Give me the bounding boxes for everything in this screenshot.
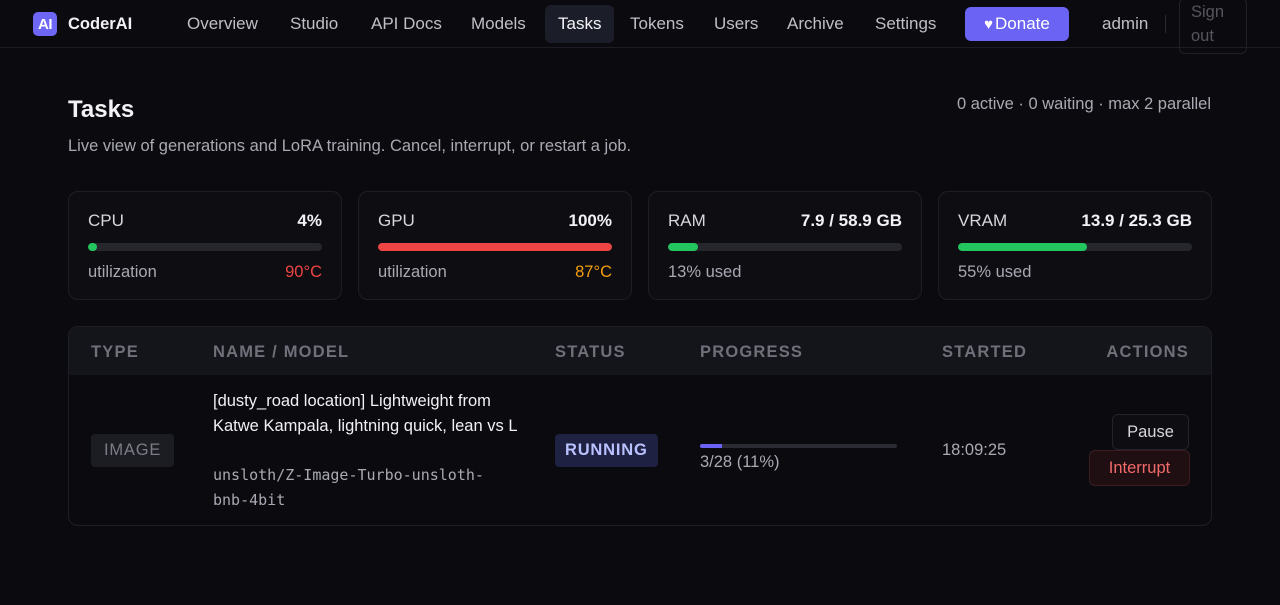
metric-value: 100%	[568, 211, 612, 230]
progress-text: 3/28 (11%)	[700, 453, 780, 471]
nav-tasks[interactable]: Tasks	[545, 5, 615, 43]
nav-divider	[1165, 15, 1166, 33]
column-header-started: STARTED	[942, 343, 1028, 361]
metric-bar	[958, 243, 1192, 251]
metric-value: 13.9 / 25.3 GB	[1081, 211, 1192, 230]
nav-models[interactable]: Models	[458, 5, 539, 43]
logo-icon: AI	[33, 12, 57, 36]
task-model: unsloth/Z-Image-Turbo-unsloth-bnb-4bit	[213, 466, 484, 509]
ram-card: RAM 7.9 / 58.9 GB 13% used	[648, 191, 922, 300]
page-subtitle: Live view of generations and LoRA traini…	[68, 137, 632, 155]
nav-overview[interactable]: Overview	[174, 5, 271, 43]
metric-bar-fill	[668, 243, 699, 251]
metric-label: VRAM	[958, 211, 1008, 230]
metric-foot: utilization	[378, 263, 447, 281]
progress-bar-fill	[700, 444, 722, 448]
metric-value: 4%	[297, 211, 322, 230]
table-row: IMAGE [dusty_road location] Lightweight …	[69, 375, 1211, 525]
metric-bar	[88, 243, 322, 251]
metric-value: 7.9 / 58.9 GB	[800, 211, 902, 230]
donate-button[interactable]: ♥ Donate	[965, 7, 1069, 41]
table-header: TYPE NAME / MODEL STATUS PROGRESS STARTE…	[69, 327, 1211, 375]
pause-button[interactable]: Pause	[1112, 414, 1189, 450]
metric-bar	[668, 243, 902, 251]
type-badge: IMAGE	[91, 434, 175, 467]
metric-label: RAM	[668, 211, 706, 230]
metric-bar-fill	[88, 243, 98, 251]
progress-bar	[700, 444, 897, 448]
nav-api-docs[interactable]: API Docs	[358, 5, 455, 43]
app-logo[interactable]: AI CoderAI	[33, 12, 132, 36]
app-name: CoderAI	[68, 14, 133, 33]
sign-out-button[interactable]: Sign out	[1179, 0, 1247, 54]
metric-foot: utilization	[88, 263, 157, 281]
column-header-name: NAME / MODEL	[213, 343, 350, 361]
column-header-progress: PROGRESS	[700, 343, 804, 361]
metric-temp: 90°C	[285, 263, 322, 281]
column-header-actions: ACTIONS	[1106, 343, 1189, 361]
metric-temp: 87°C	[575, 263, 612, 281]
nav-studio[interactable]: Studio	[277, 5, 351, 43]
current-user: admin	[1102, 14, 1149, 33]
status-badge: RUNNING	[555, 434, 658, 467]
gpu-card: GPU 100% utilization 87°C	[358, 191, 632, 300]
metric-foot: 13% used	[668, 263, 742, 281]
nav-users[interactable]: Users	[701, 5, 771, 43]
metric-bar	[378, 243, 612, 251]
column-header-status: STATUS	[555, 343, 626, 361]
metric-label: GPU	[378, 211, 415, 230]
queue-summary: 0 active · 0 waiting · max 2 parallel	[956, 95, 1211, 113]
started-time: 18:09:25	[942, 441, 1007, 459]
metric-bar-fill	[378, 243, 612, 251]
column-header-type: TYPE	[91, 343, 139, 361]
heart-icon: ♥	[984, 15, 994, 33]
task-name: [dusty_road location] Lightweight from K…	[213, 392, 518, 435]
top-navbar: AI CoderAI Overview Studio API Docs Mode…	[0, 0, 1280, 54]
interrupt-button[interactable]: Interrupt	[1089, 450, 1190, 486]
tasks-table: TYPE NAME / MODEL STATUS PROGRESS STARTE…	[68, 326, 1212, 526]
nav-tokens[interactable]: Tokens	[617, 5, 697, 43]
nav-archive[interactable]: Archive	[774, 5, 857, 43]
cpu-card: CPU 4% utilization 90°C	[68, 191, 342, 300]
donate-label: Donate	[995, 14, 1050, 33]
nav-settings[interactable]: Settings	[862, 5, 949, 43]
vram-card: VRAM 13.9 / 25.3 GB 55% used	[938, 191, 1212, 300]
metric-bar-fill	[958, 243, 1087, 251]
page-title: Tasks	[68, 96, 135, 123]
metric-label: CPU	[88, 211, 124, 230]
metric-foot: 55% used	[958, 263, 1032, 281]
